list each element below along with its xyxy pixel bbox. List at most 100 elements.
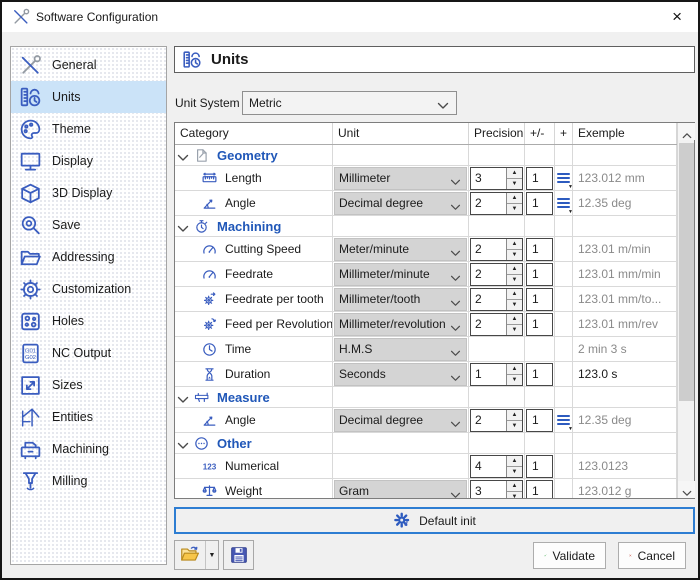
category-cell[interactable]: Measure [175, 387, 333, 407]
sidebar-item-theme[interactable]: Theme [11, 113, 166, 145]
unit-select[interactable]: Millimeter/minute [334, 263, 467, 286]
column-header-exemple[interactable]: Exemple [573, 123, 677, 144]
precision-value[interactable]: 2 [471, 193, 506, 214]
spin-up-button[interactable]: ▲ [507, 314, 522, 324]
unit-select[interactable]: Gram [334, 480, 467, 499]
spin-up-button[interactable]: ▲ [507, 264, 522, 274]
spin-up-button[interactable]: ▲ [507, 289, 522, 299]
sidebar-item-units[interactable]: Units [11, 81, 166, 113]
tolerance-input[interactable]: 1 [526, 192, 553, 215]
sidebar-item-machining[interactable]: Machining [11, 433, 166, 465]
sidebar-item-save[interactable]: Save [11, 209, 166, 241]
spin-down-button[interactable]: ▼ [507, 249, 522, 260]
precision-spinner[interactable]: 2▲▼ [470, 409, 523, 432]
collapse-chevron-icon[interactable] [177, 222, 189, 230]
spin-down-button[interactable]: ▼ [507, 420, 522, 431]
tolerance-input[interactable]: 1 [526, 480, 553, 499]
column-header-[interactable]: + [555, 123, 573, 144]
spin-down-button[interactable]: ▼ [507, 374, 522, 385]
open-button[interactable] [175, 541, 205, 569]
spin-down-button[interactable]: ▼ [507, 203, 522, 214]
unit-select[interactable]: Decimal degree [334, 192, 467, 215]
precision-spinner[interactable]: 2▲▼ [470, 313, 523, 336]
format-menu-button[interactable]: ▼ [557, 196, 570, 210]
precision-value[interactable]: 2 [471, 239, 506, 260]
spin-up-button[interactable]: ▲ [507, 456, 522, 466]
unit-select[interactable]: Decimal degree [334, 409, 467, 432]
close-icon[interactable]: × [668, 2, 686, 32]
spin-up-button[interactable]: ▲ [507, 364, 522, 374]
column-header-category[interactable]: Category [175, 123, 333, 144]
sidebar-item-addressing[interactable]: Addressing [11, 241, 166, 273]
spin-down-button[interactable]: ▼ [507, 299, 522, 310]
cancel-button[interactable]: Cancel [618, 542, 686, 569]
precision-spinner[interactable]: 4▲▼ [470, 455, 523, 478]
validate-button[interactable]: Validate [533, 542, 606, 569]
precision-value[interactable]: 3 [471, 481, 506, 499]
category-cell[interactable]: Other [175, 433, 333, 453]
column-header-unit[interactable]: Unit [333, 123, 469, 144]
category-cell[interactable]: Geometry [175, 145, 333, 165]
collapse-chevron-icon[interactable] [177, 151, 189, 159]
tolerance-input[interactable]: 1 [526, 409, 553, 432]
open-split-button[interactable]: ▼ [174, 540, 219, 570]
unit-select[interactable]: Millimeter/revolution [334, 313, 467, 336]
precision-spinner[interactable]: 2▲▼ [470, 263, 523, 286]
tolerance-input[interactable]: 1 [526, 167, 553, 190]
scroll-down-button[interactable] [678, 481, 695, 498]
precision-spinner[interactable]: 3▲▼ [470, 480, 523, 499]
sidebar-item-customization[interactable]: Customization [11, 273, 166, 305]
sidebar-item-milling[interactable]: Milling [11, 465, 166, 497]
sidebar-item-display[interactable]: Display [11, 145, 166, 177]
sidebar-item-sizes[interactable]: Sizes [11, 369, 166, 401]
tolerance-input[interactable]: 1 [526, 263, 553, 286]
collapse-chevron-icon[interactable] [177, 439, 189, 447]
unit-select[interactable]: H.M.S [334, 338, 467, 361]
spin-down-button[interactable]: ▼ [507, 324, 522, 335]
column-header-[interactable]: +/- [525, 123, 555, 144]
unit-system-select[interactable]: Metric [242, 91, 457, 115]
vertical-scrollbar[interactable] [677, 123, 694, 498]
unit-select[interactable]: Seconds [334, 363, 467, 386]
sidebar-item-3d-display[interactable]: 3D Display [11, 177, 166, 209]
precision-value[interactable]: 3 [471, 168, 506, 189]
precision-value[interactable]: 2 [471, 314, 506, 335]
spin-up-button[interactable]: ▲ [507, 193, 522, 203]
sidebar-item-general[interactable]: General [11, 49, 166, 81]
precision-value[interactable]: 1 [471, 364, 506, 385]
spin-up-button[interactable]: ▲ [507, 168, 522, 178]
precision-spinner[interactable]: 1▲▼ [470, 363, 523, 386]
column-header-precision[interactable]: Precision [469, 123, 525, 144]
tolerance-input[interactable]: 1 [526, 313, 553, 336]
precision-spinner[interactable]: 2▲▼ [470, 288, 523, 311]
unit-select[interactable]: Meter/minute [334, 238, 467, 261]
precision-value[interactable]: 2 [471, 264, 506, 285]
tolerance-input[interactable]: 1 [526, 238, 553, 261]
spin-down-button[interactable]: ▼ [507, 274, 522, 285]
format-menu-button[interactable]: ▼ [557, 171, 570, 185]
scroll-up-button[interactable] [678, 123, 695, 140]
precision-value[interactable]: 2 [471, 289, 506, 310]
precision-spinner[interactable]: 2▲▼ [470, 192, 523, 215]
tolerance-input[interactable]: 1 [526, 363, 553, 386]
save-button[interactable] [223, 540, 254, 570]
tolerance-input[interactable]: 1 [526, 455, 553, 478]
precision-value[interactable]: 4 [471, 456, 506, 477]
scrollbar-thumb[interactable] [679, 143, 694, 401]
default-init-button[interactable]: Default init [174, 507, 695, 534]
spin-up-button[interactable]: ▲ [507, 481, 522, 491]
tolerance-input[interactable]: 1 [526, 288, 553, 311]
open-dropdown-arrow[interactable]: ▼ [205, 541, 218, 569]
sidebar-item-entities[interactable]: Entities [11, 401, 166, 433]
sidebar-item-nc-output[interactable]: G01G02NC Output [11, 337, 166, 369]
spin-up-button[interactable]: ▲ [507, 239, 522, 249]
spin-down-button[interactable]: ▼ [507, 491, 522, 499]
spin-up-button[interactable]: ▲ [507, 410, 522, 420]
unit-select[interactable]: Millimeter/tooth [334, 288, 467, 311]
unit-select[interactable]: Millimeter [334, 167, 467, 190]
spin-down-button[interactable]: ▼ [507, 466, 522, 477]
precision-spinner[interactable]: 2▲▼ [470, 238, 523, 261]
category-cell[interactable]: Machining [175, 216, 333, 236]
precision-value[interactable]: 2 [471, 410, 506, 431]
spin-down-button[interactable]: ▼ [507, 178, 522, 189]
